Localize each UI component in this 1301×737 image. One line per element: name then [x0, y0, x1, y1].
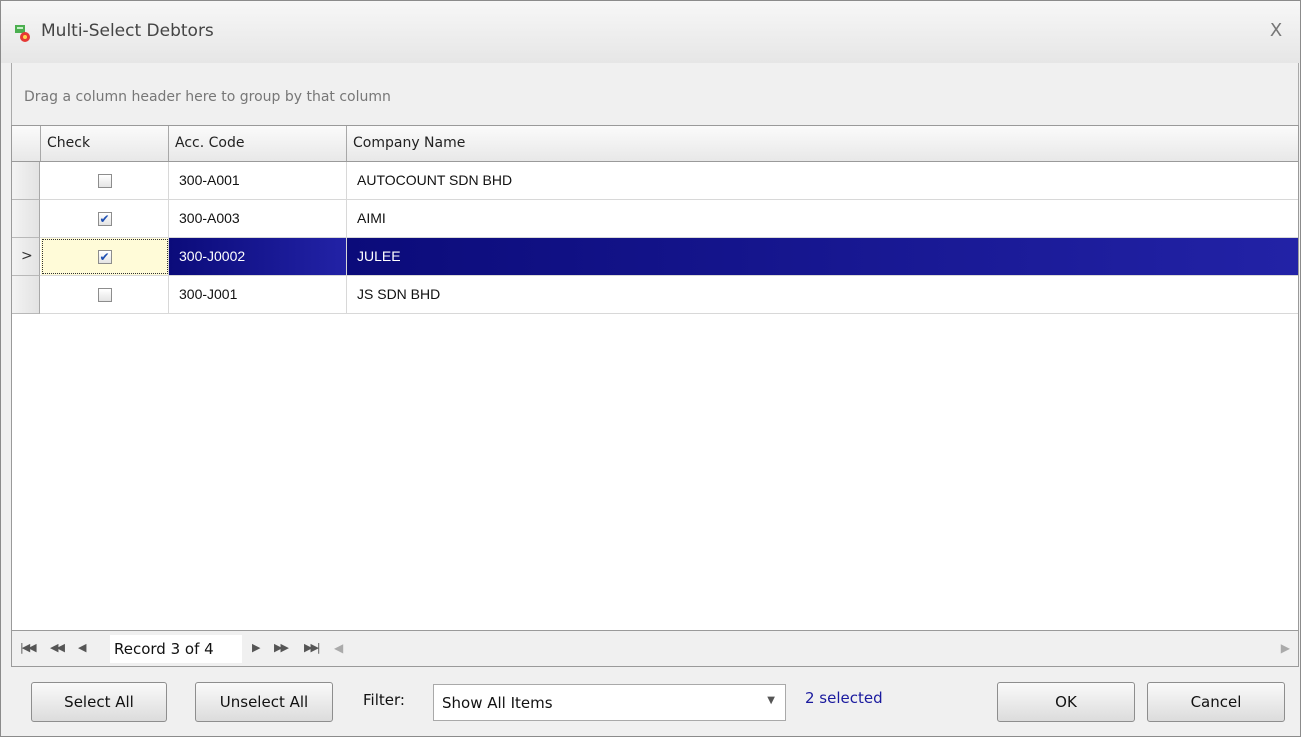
row-indicator[interactable] [12, 162, 40, 200]
title-bar[interactable]: Multi-Select Debtors X [1, 1, 1300, 63]
company-name-cell[interactable]: JS SDN BHD [347, 276, 1298, 313]
table-row[interactable]: 300-J001 JS SDN BHD [12, 276, 1298, 314]
company-name-cell[interactable]: AUTOCOUNT SDN BHD [347, 162, 1298, 199]
first-record-icon[interactable]: |◀◀ [20, 641, 37, 654]
close-icon[interactable]: X [1264, 19, 1288, 43]
column-header-acc-code[interactable]: Acc. Code [169, 126, 347, 161]
filter-dropdown[interactable]: Show All Items ▼ [433, 684, 786, 721]
debtors-app-icon [15, 25, 30, 42]
scroll-right-icon[interactable]: ▶ [1281, 641, 1290, 655]
row-indicator[interactable]: > [12, 238, 40, 276]
check-cell[interactable]: ✔ [41, 238, 169, 275]
check-cell[interactable] [41, 162, 169, 199]
group-by-panel[interactable]: Drag a column header here to group by th… [11, 63, 1299, 125]
company-name-cell[interactable]: AIMI [347, 200, 1298, 237]
multi-select-dialog: Multi-Select Debtors X Drag a column hea… [0, 0, 1301, 737]
table-row-selected[interactable]: > ✔ 300-J0002 JULEE [12, 238, 1298, 276]
unselect-all-button[interactable]: Unselect All [195, 682, 333, 722]
prev-record-icon[interactable]: ◀ [78, 641, 87, 654]
window-title: Multi-Select Debtors [41, 21, 214, 41]
table-row[interactable]: 300-A001 AUTOCOUNT SDN BHD [12, 162, 1298, 200]
acc-code-cell[interactable]: 300-A001 [169, 162, 347, 199]
check-cell[interactable]: ✔ [41, 200, 169, 237]
header-indicator-cell [12, 126, 41, 161]
row-checkbox[interactable]: ✔ [97, 250, 112, 265]
group-by-hint: Drag a column header here to group by th… [24, 89, 391, 105]
select-all-button[interactable]: Select All [31, 682, 167, 722]
ok-button[interactable]: OK [997, 682, 1135, 722]
row-indicator[interactable] [12, 200, 40, 238]
row-checkbox[interactable] [97, 174, 112, 189]
column-header-company-name[interactable]: Company Name [347, 126, 1298, 161]
row-checkbox[interactable] [97, 288, 112, 303]
grid-header: Check Acc. Code Company Name [12, 126, 1298, 162]
prev-page-icon[interactable]: ◀◀ [50, 641, 65, 654]
next-record-icon[interactable]: ▶ [252, 641, 261, 654]
column-header-check[interactable]: Check [41, 126, 169, 161]
chevron-down-icon[interactable]: ▼ [767, 695, 775, 706]
record-indicator: Record 3 of 4 [110, 635, 242, 663]
table-row[interactable]: ✔ 300-A003 AIMI [12, 200, 1298, 238]
row-checkbox[interactable]: ✔ [97, 212, 112, 227]
acc-code-cell[interactable]: 300-A003 [169, 200, 347, 237]
debtors-grid: Check Acc. Code Company Name 300-A001 AU… [11, 125, 1299, 631]
selected-count-label: 2 selected [805, 689, 883, 707]
acc-code-cell[interactable]: 300-J001 [169, 276, 347, 313]
cancel-button[interactable]: Cancel [1147, 682, 1285, 722]
filter-selected-value: Show All Items [442, 694, 553, 712]
last-record-icon[interactable]: ▶▶| [304, 641, 321, 654]
acc-code-cell[interactable]: 300-J0002 [169, 238, 347, 275]
filter-label: Filter: [363, 691, 405, 709]
row-indicator[interactable] [12, 276, 40, 314]
check-cell[interactable] [41, 276, 169, 313]
company-name-cell[interactable]: JULEE [347, 238, 1298, 275]
record-navigator: |◀◀ ◀◀ ◀ Record 3 of 4 ▶ ▶▶ ▶▶| ◀ ▶ [11, 631, 1299, 667]
current-row-arrow-icon: > [21, 248, 33, 264]
scroll-left-icon[interactable]: ◀ [334, 641, 343, 655]
next-page-icon[interactable]: ▶▶ [274, 641, 289, 654]
